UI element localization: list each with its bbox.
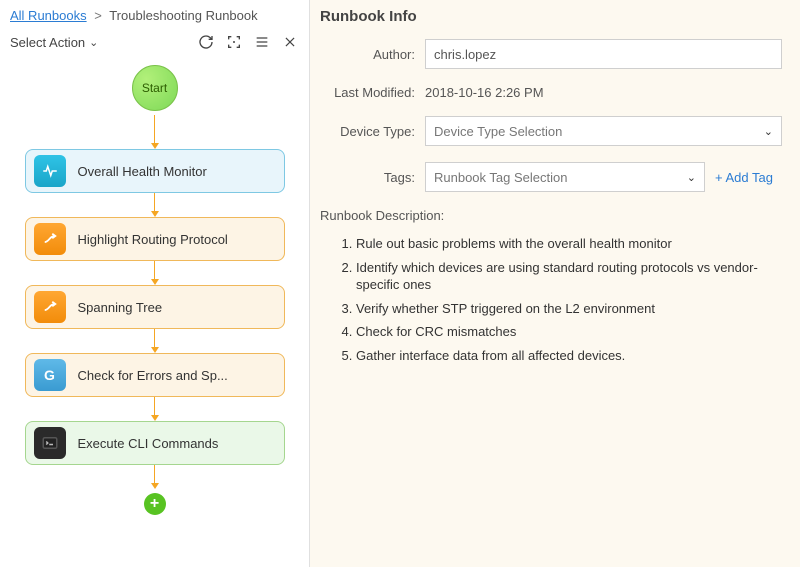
route-icon <box>34 223 66 255</box>
author-label: Author: <box>320 47 425 62</box>
step-label: Execute CLI Commands <box>78 436 219 451</box>
pulse-icon <box>34 155 66 187</box>
add-tag-link[interactable]: + Add Tag <box>715 170 773 185</box>
tags-label: Tags: <box>320 170 425 185</box>
description-item: Identify which devices are using standar… <box>356 259 782 294</box>
chevron-down-icon: ⌄ <box>89 36 98 49</box>
description-item: Rule out basic problems with the overall… <box>356 235 782 253</box>
author-row: Author: <box>320 39 782 69</box>
flow-arrow <box>151 465 159 489</box>
modified-label: Last Modified: <box>320 85 425 100</box>
modified-value: 2018-10-16 2:26 PM <box>425 85 544 100</box>
chevron-down-icon: ⌄ <box>687 171 696 184</box>
description-item: Check for CRC mismatches <box>356 323 782 341</box>
device-type-row: Device Type: Device Type Selection ⌄ <box>320 116 782 146</box>
step-label: Overall Health Monitor <box>78 164 207 179</box>
add-step-button[interactable]: + <box>144 493 166 515</box>
toolbar-icons <box>197 33 299 51</box>
description-label: Runbook Description: <box>320 208 782 223</box>
tags-placeholder: Runbook Tag Selection <box>434 170 567 185</box>
step-label: Spanning Tree <box>78 300 163 315</box>
author-input[interactable] <box>425 39 782 69</box>
device-type-select[interactable]: Device Type Selection ⌄ <box>425 116 782 146</box>
globe-icon: G <box>34 359 66 391</box>
flow-arrow <box>151 193 159 217</box>
step-check-errors[interactable]: G Check for Errors and Sp... <box>25 353 285 397</box>
description-item: Gather interface data from all affected … <box>356 347 782 365</box>
breadcrumb-separator: > <box>94 8 102 23</box>
list-icon[interactable] <box>253 33 271 51</box>
toolbar: Select Action ⌄ <box>10 33 299 51</box>
step-label: Check for Errors and Sp... <box>78 368 228 383</box>
breadcrumb-root-link[interactable]: All Runbooks <box>10 8 87 23</box>
select-action-label: Select Action <box>10 35 85 50</box>
tags-select[interactable]: Runbook Tag Selection ⌄ <box>425 162 705 192</box>
flow-arrow <box>151 329 159 353</box>
description-item: Verify whether STP triggered on the L2 e… <box>356 300 782 318</box>
step-label: Highlight Routing Protocol <box>78 232 228 247</box>
right-pane: Runbook Info Author: Last Modified: 2018… <box>310 0 800 567</box>
start-node[interactable]: Start <box>132 65 178 111</box>
flow-arrow <box>151 115 159 149</box>
start-node-label: Start <box>142 81 167 95</box>
left-pane: All Runbooks > Troubleshooting Runbook S… <box>0 0 310 567</box>
step-spanning-tree[interactable]: Spanning Tree <box>25 285 285 329</box>
refresh-icon[interactable] <box>197 33 215 51</box>
close-icon[interactable] <box>281 33 299 51</box>
route-icon <box>34 291 66 323</box>
device-type-label: Device Type: <box>320 124 425 139</box>
select-action-dropdown[interactable]: Select Action ⌄ <box>10 35 98 50</box>
step-execute-cli[interactable]: Execute CLI Commands <box>25 421 285 465</box>
device-type-placeholder: Device Type Selection <box>434 124 562 139</box>
app-root: All Runbooks > Troubleshooting Runbook S… <box>0 0 800 567</box>
modified-row: Last Modified: 2018-10-16 2:26 PM <box>320 85 782 100</box>
breadcrumb: All Runbooks > Troubleshooting Runbook <box>10 8 299 23</box>
flow-arrow <box>151 397 159 421</box>
chevron-down-icon: ⌄ <box>764 125 773 138</box>
tags-row: Tags: Runbook Tag Selection ⌄ + Add Tag <box>320 162 782 192</box>
terminal-icon <box>34 427 66 459</box>
flow-arrow <box>151 261 159 285</box>
step-overall-health-monitor[interactable]: Overall Health Monitor <box>25 149 285 193</box>
focus-icon[interactable] <box>225 33 243 51</box>
panel-title: Runbook Info <box>320 8 782 25</box>
step-highlight-routing-protocol[interactable]: Highlight Routing Protocol <box>25 217 285 261</box>
flow-canvas: Start Overall Health Monitor Highlight R… <box>10 61 299 515</box>
description-list: Rule out basic problems with the overall… <box>320 235 782 364</box>
breadcrumb-current: Troubleshooting Runbook <box>109 8 257 23</box>
